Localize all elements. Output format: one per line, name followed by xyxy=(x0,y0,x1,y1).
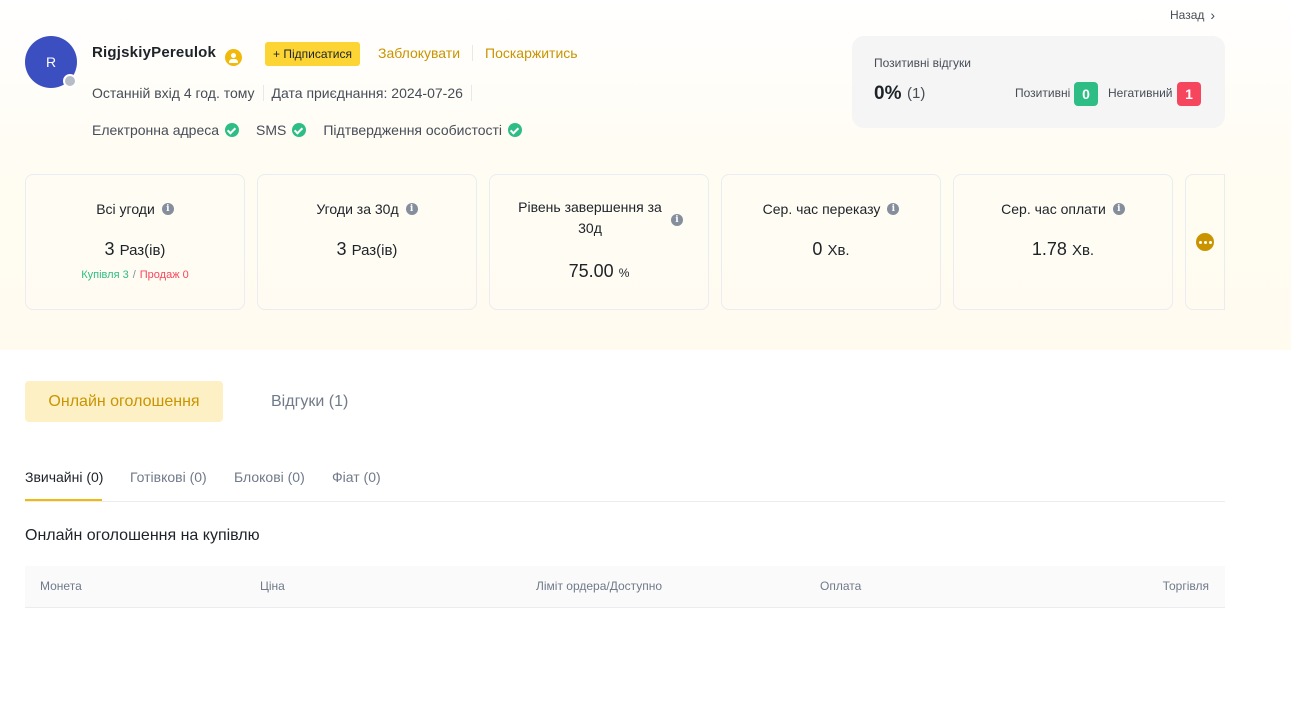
stat-card-trades-30d: Угоди за 30д i 3 Раз(ів) xyxy=(257,174,477,310)
sell-count: Продаж 0 xyxy=(139,269,189,281)
divider xyxy=(472,45,473,61)
stat-label: Сер. час оплати i xyxy=(954,201,1172,217)
check-circle-icon xyxy=(508,123,523,137)
back-label: Назад xyxy=(1170,8,1205,22)
verification-label: Підтвердження особистості xyxy=(323,122,503,138)
tab-reviews[interactable]: Відгуки (1) xyxy=(271,381,348,422)
stat-value: 75.00 % xyxy=(490,261,708,282)
verification-identity: Підтвердження особистості xyxy=(323,122,523,138)
subtab-cash[interactable]: Готівкові (0) xyxy=(130,469,207,485)
stat-value: 0 Хв. xyxy=(722,239,940,260)
verification-row: Електронна адреса SMS Підтвердження особ… xyxy=(92,122,539,138)
column-limit-available: Ліміт ордера/Доступно xyxy=(536,579,663,593)
avatar-letter: R xyxy=(45,54,57,70)
more-dots-icon[interactable] xyxy=(1196,233,1214,251)
tab-online-ads[interactable]: Онлайн оголошення xyxy=(25,381,223,422)
last-login: Останній вхід 4 год. тому xyxy=(92,85,255,101)
stat-card-avg-release-time: Сер. час переказу i 0 Хв. xyxy=(721,174,941,310)
column-trade: Торгівля xyxy=(1162,579,1209,593)
divider xyxy=(262,85,264,101)
stat-card-avg-pay-time: Сер. час оплати i 1.78 Хв. xyxy=(953,174,1173,310)
subtab-block[interactable]: Блокові (0) xyxy=(234,469,305,485)
stat-card-completion-rate: Рівень завершення за 30д i 75.00 % xyxy=(489,174,709,310)
info-icon[interactable]: i xyxy=(1112,203,1125,215)
positive-label: Позитивні xyxy=(1015,86,1071,100)
column-coin: Монета xyxy=(40,579,82,593)
block-link[interactable]: Заблокувати xyxy=(378,45,460,61)
verification-email: Електронна адреса xyxy=(92,122,240,138)
subtab-divider xyxy=(25,501,1225,502)
stat-unit: Раз(ів) xyxy=(351,242,398,259)
feedback-count: (1) xyxy=(907,85,926,102)
stat-number: 3 xyxy=(336,239,347,259)
stat-label-text: Сер. час оплати xyxy=(1001,201,1106,217)
buy-count: Купівля 3 xyxy=(81,269,129,281)
offline-status-dot xyxy=(63,74,77,88)
info-icon[interactable]: i xyxy=(405,203,418,215)
stat-number: 1.78 xyxy=(1031,239,1067,259)
p2p-user-profile-page: Назад › R RigjskiyPereulok + Підписатися… xyxy=(0,0,1291,702)
stat-value: 3 Раз(ів) xyxy=(26,239,244,260)
negative-count-badge: 1 xyxy=(1177,82,1201,106)
verification-label: SMS xyxy=(256,122,287,138)
stat-unit: Хв. xyxy=(827,242,850,259)
check-circle-icon xyxy=(292,123,307,137)
subtab-fiat[interactable]: Фіат (0) xyxy=(332,469,381,485)
feedback-title: Позитивні відгуки xyxy=(874,56,971,70)
stat-number: 0 xyxy=(812,239,823,259)
stat-unit: % xyxy=(618,266,630,280)
stat-value: 1.78 Хв. xyxy=(954,239,1172,260)
check-circle-icon xyxy=(225,123,240,137)
report-link[interactable]: Поскаржитись xyxy=(485,45,578,61)
stat-number: 3 xyxy=(104,239,115,259)
stat-label-text: Рівень завершення за 30д xyxy=(518,199,662,236)
follow-button[interactable]: + Підписатися xyxy=(265,42,360,66)
verification-sms: SMS xyxy=(256,122,307,138)
negative-label: Негативний xyxy=(1108,86,1173,100)
separator: / xyxy=(132,269,136,281)
username: RigjskiyPereulok xyxy=(92,44,217,61)
user-meta-row: Останній вхід 4 год. тому Дата приєднанн… xyxy=(92,85,480,101)
verification-label: Електронна адреса xyxy=(92,122,220,138)
info-icon[interactable]: i xyxy=(671,214,683,226)
positive-count-badge: 0 xyxy=(1074,82,1098,106)
stat-label: Всі угоди i xyxy=(26,201,244,217)
buy-sell-breakdown: Купівля 3/Продаж 0 xyxy=(26,269,244,281)
feedback-card: Позитивні відгуки 0% (1) Позитивні 0 Нег… xyxy=(852,36,1225,128)
more-stats-card xyxy=(1185,174,1225,310)
stat-label-text: Всі угоди xyxy=(96,201,155,217)
section-title: Онлайн оголошення на купівлю xyxy=(25,527,260,544)
info-icon[interactable]: i xyxy=(161,203,174,215)
column-payment: Оплата xyxy=(820,579,862,593)
feedback-percent: 0% xyxy=(874,83,902,104)
stat-label: Угоди за 30д i xyxy=(258,201,476,217)
info-icon[interactable]: i xyxy=(887,203,900,215)
stat-card-all-trades: Всі угоди i 3 Раз(ів) Купівля 3/Продаж 0 xyxy=(25,174,245,310)
stat-number: 75.00 xyxy=(568,261,614,281)
stat-value: 3 Раз(ів) xyxy=(258,239,476,260)
back-link[interactable]: Назад › xyxy=(1170,7,1215,23)
join-date: Дата приєднання: 2024-07-26 xyxy=(271,85,463,101)
column-price: Ціна xyxy=(260,579,285,593)
stat-label-text: Сер. час переказу xyxy=(762,201,881,217)
user-badge-icon xyxy=(225,49,242,66)
subtab-regular[interactable]: Звичайні (0) xyxy=(25,469,103,485)
stat-unit: Раз(ів) xyxy=(119,242,166,259)
active-subtab-underline xyxy=(25,499,102,501)
stat-label-text: Угоди за 30д xyxy=(316,201,399,217)
ads-table-header: Монета Ціна Ліміт ордера/Доступно Оплата… xyxy=(25,566,1225,608)
divider xyxy=(470,85,472,101)
stat-label: Сер. час переказу i xyxy=(722,201,940,217)
stat-unit: Хв. xyxy=(1071,242,1095,259)
chevron-right-icon: › xyxy=(1210,7,1216,23)
